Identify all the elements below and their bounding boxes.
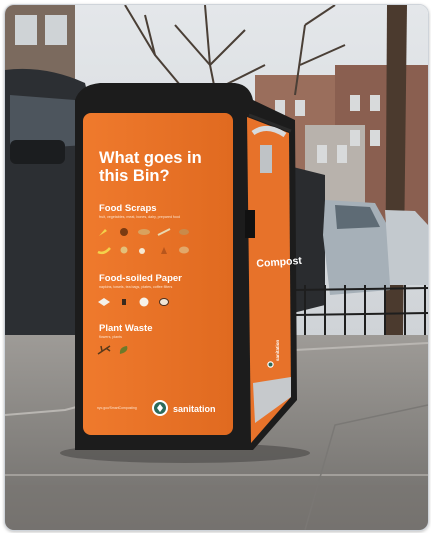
cheese-icon [120,246,128,254]
egg-icon [179,229,189,235]
section-title-food-scraps: Food Scraps [99,203,157,214]
carrot-icon [99,229,107,236]
coffee-filter-icon [159,298,169,306]
section-title-plant-waste: Plant Waste [99,323,153,334]
sign-brand: sanitation [173,404,216,414]
section-subtitle-plant-waste: flowers, plants [99,335,122,339]
fish-icon [157,228,171,236]
shrimp-icon [179,246,189,254]
sign-footer-url: nyc.gov/SmartComposting [97,406,137,410]
bone-icon [139,248,145,254]
banana-icon [97,247,111,255]
sanitation-logo-icon [152,400,168,416]
branch-icon [97,345,111,355]
icon-row-plant-waste [97,345,131,355]
plate-icon [139,297,149,307]
icon-row-food-scraps-2 [97,245,191,255]
section-subtitle-food-soiled-paper: napkins, towels, tea bags, plates, coffe… [99,285,173,289]
icon-row-food-soiled-paper [97,297,171,307]
tomato-icon [120,228,128,236]
sign-headline: What goes in this Bin? [99,149,202,185]
bin-side-brand: sanitation [275,339,280,361]
leaf-icon [119,346,128,354]
icon-row-food-scraps [97,227,191,237]
section-title-food-soiled-paper: Food-soiled Paper [99,273,182,284]
bread-icon [138,229,150,235]
apple-icon [161,247,167,254]
napkin-icon [98,298,110,306]
photo-frame: What goes in this Bin? Food Scraps fruit… [4,4,429,531]
side-sanitation-logo-icon [267,361,274,368]
teabag-icon [122,299,126,305]
bin-sign: What goes in this Bin? Food Scraps fruit… [87,117,233,433]
section-subtitle-food-scraps: fruit, vegetables, meat, bones, dairy, p… [99,215,181,219]
